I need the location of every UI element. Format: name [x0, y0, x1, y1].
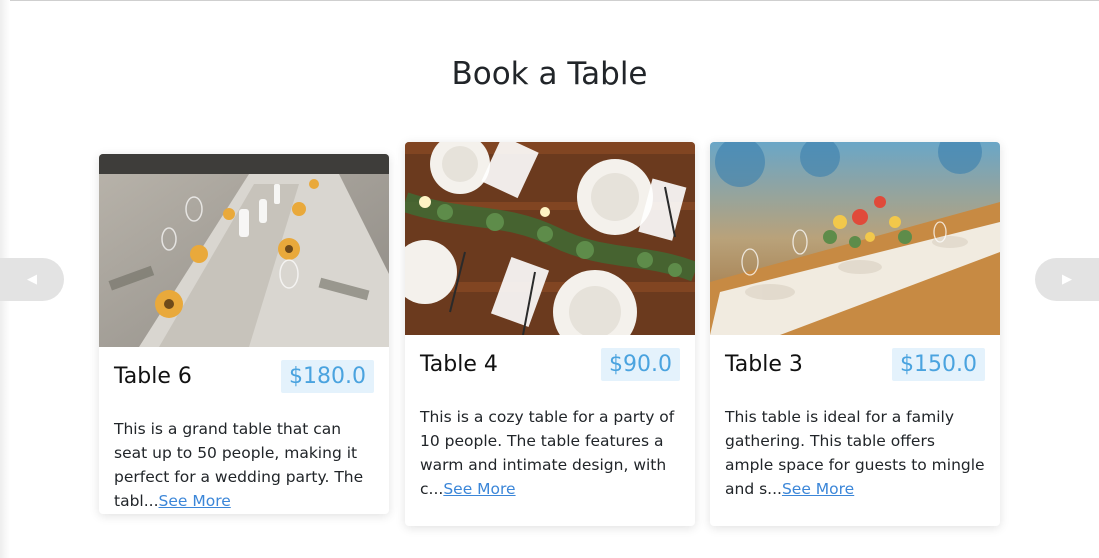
description-text: This table is ideal for a family gatheri…: [725, 408, 985, 498]
price-badge: $180.0: [281, 359, 374, 393]
page-title: Book a Table: [451, 56, 648, 92]
price-badge: $90.0: [601, 347, 680, 381]
table-floral-photo: [710, 142, 1000, 335]
table-card[interactable]: Table 3 $150.0 This table is ideal for a…: [710, 142, 1000, 526]
description-text: This is a grand table that can seat up t…: [114, 420, 364, 510]
carousel-next-button[interactable]: ▶: [1035, 258, 1099, 301]
table-sunflowers-photo: [99, 154, 389, 347]
card-title: Table 3: [725, 351, 803, 377]
card-description: This table is ideal for a family gatheri…: [710, 393, 1000, 501]
card-title: Table 6: [114, 363, 192, 389]
table-card[interactable]: Table 4 $90.0 This is a cozy table for a…: [405, 142, 695, 526]
see-more-link[interactable]: See More: [443, 480, 515, 498]
see-more-link[interactable]: See More: [159, 492, 231, 510]
caret-right-icon: ▶: [1062, 272, 1072, 287]
see-more-link[interactable]: See More: [782, 480, 854, 498]
price-badge: $150.0: [892, 347, 985, 381]
card-description: This is a cozy table for a party of 10 p…: [405, 393, 695, 501]
table-greenery-photo: [405, 142, 695, 335]
carousel-prev-button[interactable]: ◀: [0, 258, 64, 301]
table-card[interactable]: Table 6 $180.0 This is a grand table tha…: [99, 154, 389, 514]
card-title: Table 4: [420, 351, 498, 377]
caret-left-icon: ◀: [27, 272, 37, 287]
card-description: This is a grand table that can seat up t…: [99, 405, 389, 513]
top-divider: [0, 0, 1099, 1]
